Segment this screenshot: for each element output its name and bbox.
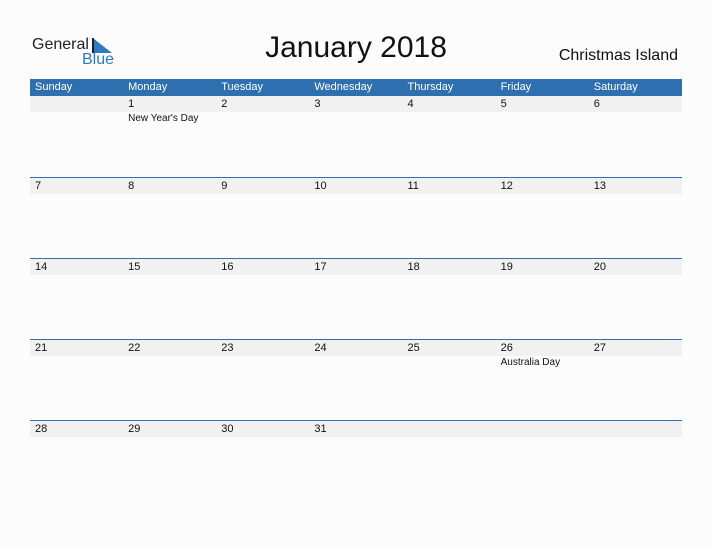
weekday-header: Sunday Monday Tuesday Wednesday Thursday… [30, 79, 682, 96]
day-number: 15 [128, 261, 141, 273]
day-number: 25 [407, 342, 420, 354]
day-number: 2 [221, 98, 228, 110]
day-number: 30 [221, 423, 234, 435]
holiday-label [123, 356, 216, 370]
day-number: 17 [314, 261, 327, 273]
day-number: 6 [593, 98, 600, 110]
day-number: 7 [35, 180, 42, 192]
date-band: 14 15 16 17 18 19 20 [30, 259, 682, 275]
week-row: 14 15 16 17 18 19 20 [30, 258, 682, 339]
day-number: 22 [128, 342, 141, 354]
holiday-label [30, 356, 123, 370]
week-row: 21 22 23 24 25 26 27 Australia Day [30, 339, 682, 420]
day-number: 31 [314, 423, 327, 435]
holiday-label [403, 356, 496, 370]
day-number [589, 421, 682, 437]
day-number: 3 [314, 98, 321, 110]
holiday-label [403, 112, 496, 126]
day-number: 11 [407, 180, 419, 192]
day-number: 16 [221, 261, 234, 273]
holiday-label [309, 356, 402, 370]
event-row: Australia Day [30, 356, 682, 370]
weekday-thursday: Thursday [407, 81, 454, 93]
day-number: 10 [314, 180, 327, 192]
week-row: 28 29 30 31 [30, 420, 682, 501]
day-number: 14 [35, 261, 48, 273]
day-number: 23 [221, 342, 234, 354]
date-band: 7 8 9 10 11 12 13 [30, 178, 682, 194]
day-number: 5 [500, 98, 507, 110]
day-number: 26 [500, 342, 513, 354]
weekday-tuesday: Tuesday [221, 81, 264, 93]
date-band: 1 2 3 4 5 6 [30, 96, 682, 112]
holiday-label: New Year's Day [128, 113, 199, 124]
day-number: 4 [407, 98, 414, 110]
holiday-label [216, 112, 309, 126]
holiday-label [216, 356, 309, 370]
weekday-saturday: Saturday [593, 81, 638, 93]
calendar: Sunday Monday Tuesday Wednesday Thursday… [30, 79, 682, 501]
holiday-label [309, 112, 402, 126]
day-number: 21 [35, 342, 48, 354]
day-number: 8 [128, 180, 135, 192]
weekday-sunday: Sunday [35, 81, 73, 93]
holiday-label [30, 112, 123, 126]
country-label: Christmas Island [558, 47, 678, 64]
weekday-monday: Monday [128, 81, 168, 93]
holiday-label [589, 112, 682, 126]
day-number: 20 [593, 261, 606, 273]
holiday-label [496, 112, 589, 126]
week-row: 1 2 3 4 5 6 New Year's Day [30, 96, 682, 177]
day-number: 18 [407, 261, 420, 273]
date-band: 21 22 23 24 25 26 27 [30, 340, 682, 356]
day-number: 12 [500, 180, 513, 192]
day-number: 28 [35, 423, 48, 435]
day-number: 24 [314, 342, 327, 354]
day-number: 1 [128, 98, 135, 110]
weekday-friday: Friday [500, 81, 532, 93]
day-number: 13 [593, 180, 606, 192]
week-row: 7 8 9 10 11 12 13 [30, 177, 682, 258]
day-number [30, 96, 123, 112]
day-number: 27 [593, 342, 606, 354]
day-number: 19 [500, 261, 513, 273]
day-number: 29 [128, 423, 141, 435]
weeks: 1 2 3 4 5 6 New Year's Day 7 8 9 10 11 12 13 14 15 16 17 1… [30, 96, 682, 501]
day-number [496, 421, 589, 437]
holiday-label [589, 356, 682, 370]
weekday-wednesday: Wednesday [314, 81, 373, 93]
day-number: 9 [221, 180, 228, 192]
holiday-label: Australia Day [500, 357, 561, 368]
day-number [403, 421, 496, 437]
event-row: New Year's Day [30, 112, 682, 126]
date-band: 28 29 30 31 [30, 421, 682, 437]
